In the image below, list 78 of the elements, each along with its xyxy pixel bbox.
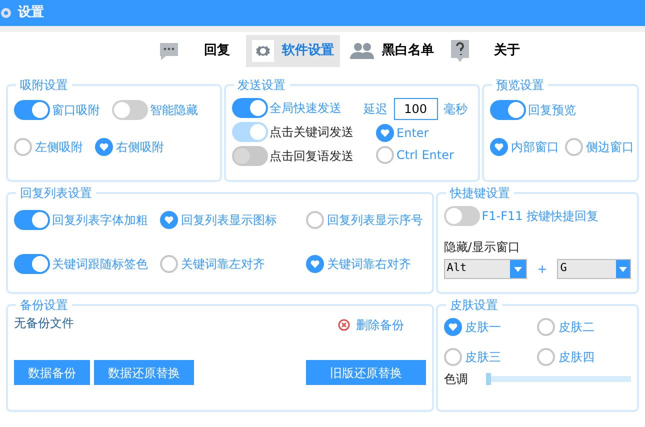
panel-title: 发送设置	[236, 77, 287, 94]
heart-icon	[310, 259, 320, 269]
tab[interactable]: 黑白名单	[344, 35, 440, 67]
toggle-label: 关键词跟随标签色	[52, 256, 148, 273]
toggle-label: 智能隐藏	[150, 102, 198, 119]
radio-button[interactable]	[14, 138, 32, 156]
radio-label: 左侧吸附	[35, 139, 83, 156]
toggle-label: 回复列表字体加粗	[52, 212, 148, 229]
radio-button[interactable]	[306, 255, 324, 273]
radio-button[interactable]	[565, 138, 584, 156]
modifier-dropdown[interactable]: Alt	[444, 259, 528, 279]
delay-field[interactable]: 100	[394, 98, 438, 120]
toggle-switch[interactable]	[14, 210, 50, 230]
field-label: 隐藏/显示窗口	[444, 239, 521, 256]
key-dropdown[interactable]: G	[557, 259, 631, 279]
radio-label: 皮肤三	[464, 349, 501, 366]
close-icon	[338, 319, 350, 331]
radio-button[interactable]	[444, 348, 462, 366]
radio-button[interactable]	[160, 255, 178, 273]
radio-button[interactable]	[306, 211, 324, 229]
radio-button[interactable]	[376, 124, 394, 142]
toggle-switch[interactable]	[14, 254, 50, 274]
radio-label: 回复列表显示序号	[327, 212, 423, 229]
chat-icon	[158, 40, 180, 62]
hue-label: 色调	[444, 371, 468, 388]
toggle-label: 全局快速发送	[270, 100, 342, 117]
radio-label: Enter	[396, 125, 429, 142]
caret-icon	[514, 266, 522, 272]
tab[interactable]: 关于	[444, 35, 532, 67]
tab[interactable]: 回复	[152, 35, 242, 67]
radio-label: 关键词靠左对齐	[181, 256, 265, 273]
toggle-switch[interactable]	[444, 206, 480, 226]
heart-icon	[164, 215, 174, 225]
toggle-switch[interactable]	[232, 98, 268, 118]
hue-slider[interactable]	[486, 373, 631, 385]
radio-button[interactable]	[376, 146, 394, 164]
panel-title: 预览设置	[495, 77, 546, 94]
panel-title: 快捷键设置	[448, 185, 511, 202]
toggle-switch[interactable]	[112, 100, 148, 120]
radio-label: 内部窗口	[511, 139, 560, 156]
radio-label: 关键词靠右对齐	[327, 256, 411, 273]
heart-icon	[448, 322, 458, 332]
toggle-switch[interactable]	[490, 100, 526, 120]
panel-title: 吸附设置	[19, 77, 69, 94]
radio-button[interactable]	[537, 348, 556, 366]
toggle-label: F1-F11 按键快捷回复	[482, 208, 599, 225]
window-title: 设置	[18, 4, 44, 22]
radio-label: 侧边窗口	[586, 139, 634, 156]
backup-status: 无备份文件	[14, 315, 74, 332]
heart-icon	[494, 142, 504, 152]
panel-title: 回复列表设置	[19, 185, 93, 202]
radio-label: 皮肤二	[558, 319, 594, 336]
toggle-switch[interactable]	[14, 100, 50, 120]
unit-label: 毫秒	[444, 101, 468, 118]
toggle-label: 点击关键词发送	[270, 124, 354, 141]
caret-icon	[619, 266, 627, 272]
radio-label: Ctrl Enter	[396, 147, 454, 164]
toggle-label: 点击回复语发送	[270, 148, 354, 165]
radio-label: 右侧吸附	[116, 139, 164, 156]
radio-label: 回复列表显示图标	[181, 212, 277, 229]
plus-sign: +	[537, 261, 548, 278]
radio-button[interactable]	[95, 138, 113, 156]
panel-title: 备份设置	[19, 297, 69, 314]
help-icon	[450, 39, 470, 63]
heart-icon	[99, 142, 109, 152]
radio-label: 皮肤一	[464, 319, 501, 336]
radio-label: 皮肤四	[558, 349, 594, 366]
radio-button[interactable]	[490, 138, 508, 156]
slider-thumb[interactable]	[486, 373, 491, 385]
heart-icon	[380, 128, 390, 138]
delay-label: 延迟	[364, 101, 388, 118]
panel-title: 皮肤设置	[448, 297, 499, 314]
radio-button[interactable]	[444, 318, 462, 336]
radio-button[interactable]	[537, 318, 556, 336]
people-icon	[350, 42, 374, 60]
toggle-label: 回复预览	[528, 102, 576, 119]
toggle-label: 窗口吸附	[52, 102, 100, 119]
radio-button[interactable]	[160, 211, 178, 229]
